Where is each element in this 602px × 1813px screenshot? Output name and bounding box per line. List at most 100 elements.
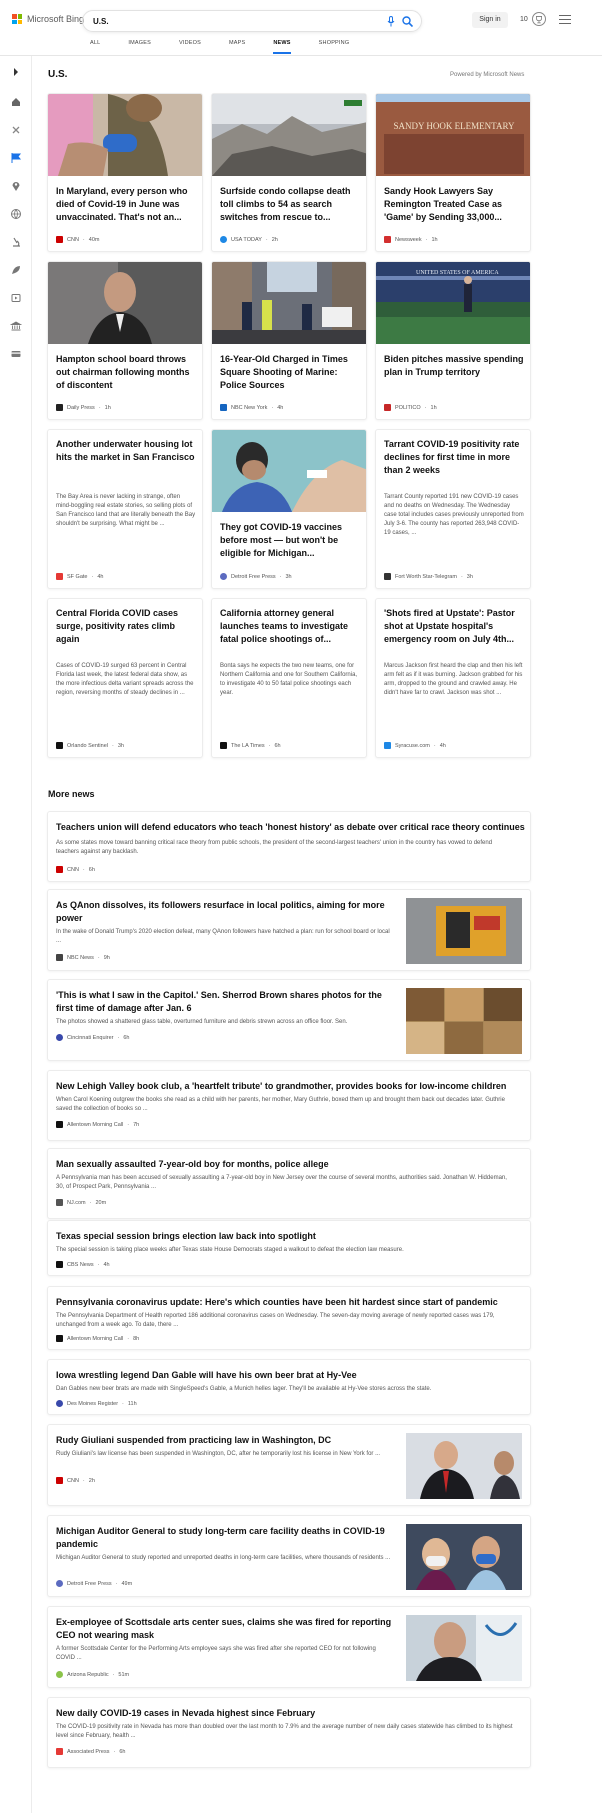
- item-snippet: The Pennsylvania Department of Health re…: [56, 1313, 495, 1328]
- plane-text: UNITED STATES OF AMERICA: [416, 270, 499, 276]
- us-flag-icon[interactable]: [10, 151, 22, 163]
- news-card[interactable]: 'Shots fired at Upstate': Pastor shot at…: [375, 598, 531, 758]
- source-dot: ·: [117, 1034, 120, 1041]
- item-title[interactable]: Iowa wrestling legend Dan Gable will hav…: [56, 1369, 526, 1382]
- more-news-item[interactable]: Iowa wrestling legend Dan Gable will hav…: [47, 1359, 531, 1415]
- item-title[interactable]: New daily COVID-19 cases in Nevada highe…: [56, 1707, 526, 1720]
- search-icon[interactable]: [402, 16, 413, 27]
- source-time: 6h: [123, 1034, 130, 1041]
- source-time: 40m: [88, 236, 100, 243]
- card-title[interactable]: 'Shots fired at Upstate': Pastor shot at…: [384, 607, 524, 646]
- microscope-icon[interactable]: [10, 235, 22, 247]
- news-card[interactable]: 16-Year-Old Charged in Times Square Shoo…: [211, 261, 367, 420]
- rewards-trophy-icon[interactable]: [532, 12, 546, 26]
- card-title[interactable]: Hampton school board throws out chairman…: [56, 353, 196, 392]
- bank-icon[interactable]: [9, 319, 23, 331]
- home-icon[interactable]: [10, 95, 22, 107]
- more-news-item[interactable]: Teachers union will defend educators who…: [47, 811, 531, 882]
- more-news-item[interactable]: Texas special session brings election la…: [47, 1220, 531, 1276]
- item-title[interactable]: Man sexually assaulted 7-year-old boy fo…: [56, 1158, 526, 1171]
- microphone-icon[interactable]: [387, 16, 395, 27]
- card-source: The LA Times · 6h: [220, 742, 281, 749]
- more-news-item[interactable]: Man sexually assaulted 7-year-old boy fo…: [47, 1148, 531, 1219]
- more-news-item[interactable]: New daily COVID-19 cases in Nevada highe…: [47, 1697, 531, 1768]
- card-title[interactable]: 16-Year-Old Charged in Times Square Shoo…: [220, 353, 360, 392]
- news-card[interactable]: Another underwater housing lot hits the …: [47, 429, 203, 589]
- more-news-item[interactable]: Michigan Auditor General to study long-t…: [47, 1515, 531, 1597]
- item-title[interactable]: Texas special session brings election la…: [56, 1230, 526, 1243]
- morning-call-logo-icon: [56, 1121, 63, 1128]
- item-title[interactable]: As QAnon dissolves, its followers resurf…: [56, 899, 396, 925]
- rocket-icon[interactable]: [10, 263, 22, 275]
- item-title[interactable]: Rudy Giuliani suspended from practicing …: [56, 1434, 396, 1447]
- card-title[interactable]: Another underwater housing lot hits the …: [56, 438, 196, 464]
- news-card[interactable]: In Maryland, every person who died of Co…: [47, 93, 203, 252]
- cnn-logo-icon: [56, 866, 63, 873]
- news-card[interactable]: Surfside condo collapse death toll climb…: [211, 93, 367, 252]
- video-icon[interactable]: [10, 291, 22, 303]
- item-title[interactable]: Teachers union will defend educators who…: [56, 821, 526, 834]
- item-title[interactable]: New Lehigh Valley book club, a 'heartfel…: [56, 1080, 526, 1093]
- item-title[interactable]: Michigan Auditor General to study long-t…: [56, 1525, 396, 1551]
- detroit-free-press-logo-icon: [56, 1580, 63, 1587]
- more-news-item[interactable]: Ex-employee of Scottsdale arts center su…: [47, 1606, 531, 1688]
- tab-shopping[interactable]: SHOPPING: [319, 40, 350, 54]
- news-card[interactable]: SANDY HOOK ELEMENTARY Sandy Hook Lawyers…: [375, 93, 531, 252]
- news-card[interactable]: Hampton school board throws out chairman…: [47, 261, 203, 420]
- more-news-item[interactable]: 'This is what I saw in the Capitol.' Sen…: [47, 979, 531, 1061]
- news-card[interactable]: They got COVID-19 vaccines before most —…: [211, 429, 367, 589]
- source-dot: ·: [82, 866, 85, 873]
- more-news-item[interactable]: New Lehigh Valley book club, a 'heartfel…: [47, 1070, 531, 1141]
- card-title[interactable]: They got COVID-19 vaccines before most —…: [220, 521, 360, 560]
- rubble-photo: [212, 94, 366, 176]
- news-card[interactable]: UNITED STATES OF AMERICA Biden pitches m…: [375, 261, 531, 420]
- card-title[interactable]: Tarrant COVID-19 positivity rate decline…: [384, 438, 524, 477]
- tab-news[interactable]: NEWS: [273, 40, 291, 54]
- expand-sidebar-icon[interactable]: [10, 65, 22, 77]
- top-header: Microsoft Bing Sign in 10 ALL IMAGES VID…: [0, 0, 602, 56]
- card-title[interactable]: Surfside condo collapse death toll climb…: [220, 185, 360, 224]
- news-card[interactable]: Tarrant COVID-19 positivity rate decline…: [375, 429, 531, 589]
- card-title[interactable]: Biden pitches massive spending plan in T…: [384, 353, 524, 379]
- sign-in-button[interactable]: Sign in: [472, 12, 508, 28]
- more-news-heading: More news: [48, 789, 95, 799]
- search-input[interactable]: [93, 15, 363, 28]
- item-title[interactable]: Ex-employee of Scottsdale arts center su…: [56, 1616, 396, 1642]
- item-source: CBS News · 4h: [56, 1261, 110, 1268]
- source-name: Fort Worth Star-Telegram: [395, 573, 457, 580]
- menu-icon[interactable]: [559, 15, 571, 25]
- ceo-photo: [406, 1615, 522, 1681]
- tab-videos[interactable]: VIDEOS: [179, 40, 201, 54]
- more-news-item[interactable]: Pennsylvania coronavirus update: Here's …: [47, 1286, 531, 1350]
- tab-images[interactable]: IMAGES: [128, 40, 151, 54]
- science-icon[interactable]: [10, 123, 22, 135]
- tab-all[interactable]: ALL: [90, 40, 100, 54]
- source-name: Daily Press: [67, 404, 95, 411]
- card-title[interactable]: Central Florida COVID cases surge, posit…: [56, 607, 196, 646]
- source-dot: ·: [113, 1748, 116, 1755]
- bing-logo[interactable]: Microsoft Bing: [12, 14, 84, 24]
- source-time: 49m: [121, 1580, 133, 1587]
- news-card[interactable]: California attorney general launches tea…: [211, 598, 367, 758]
- search-tabs: ALL IMAGES VIDEOS MAPS NEWS SHOPPING: [90, 40, 377, 54]
- item-snippet: As some states move toward banning criti…: [56, 840, 493, 855]
- world-globe-icon[interactable]: [10, 207, 22, 220]
- more-news-item[interactable]: As QAnon dissolves, its followers resurf…: [47, 889, 531, 971]
- tab-maps[interactable]: MAPS: [229, 40, 245, 54]
- des-moines-register-logo-icon: [56, 1400, 63, 1407]
- credit-card-icon[interactable]: [10, 347, 22, 359]
- card-title[interactable]: Sandy Hook Lawyers Say Remington Treated…: [384, 185, 524, 224]
- news-category-sidebar: [0, 56, 32, 1813]
- cbs-news-logo-icon: [56, 1261, 63, 1268]
- card-snippet: Marcus Jackson first heard the clap and …: [384, 663, 523, 696]
- item-title[interactable]: 'This is what I saw in the Capitol.' Sen…: [56, 989, 396, 1015]
- item-title[interactable]: Pennsylvania coronavirus update: Here's …: [56, 1296, 526, 1309]
- news-card[interactable]: Central Florida COVID cases surge, posit…: [47, 598, 203, 758]
- more-news-item[interactable]: Rudy Giuliani suspended from practicing …: [47, 1424, 531, 1506]
- card-title[interactable]: In Maryland, every person who died of Co…: [56, 185, 196, 224]
- cnn-logo-icon: [56, 1477, 63, 1484]
- powered-by-text[interactable]: Powered by Microsoft News: [450, 72, 524, 78]
- card-source: SF Gate · 4h: [56, 573, 103, 580]
- card-title[interactable]: California attorney general launches tea…: [220, 607, 360, 646]
- location-pin-icon[interactable]: [10, 179, 22, 191]
